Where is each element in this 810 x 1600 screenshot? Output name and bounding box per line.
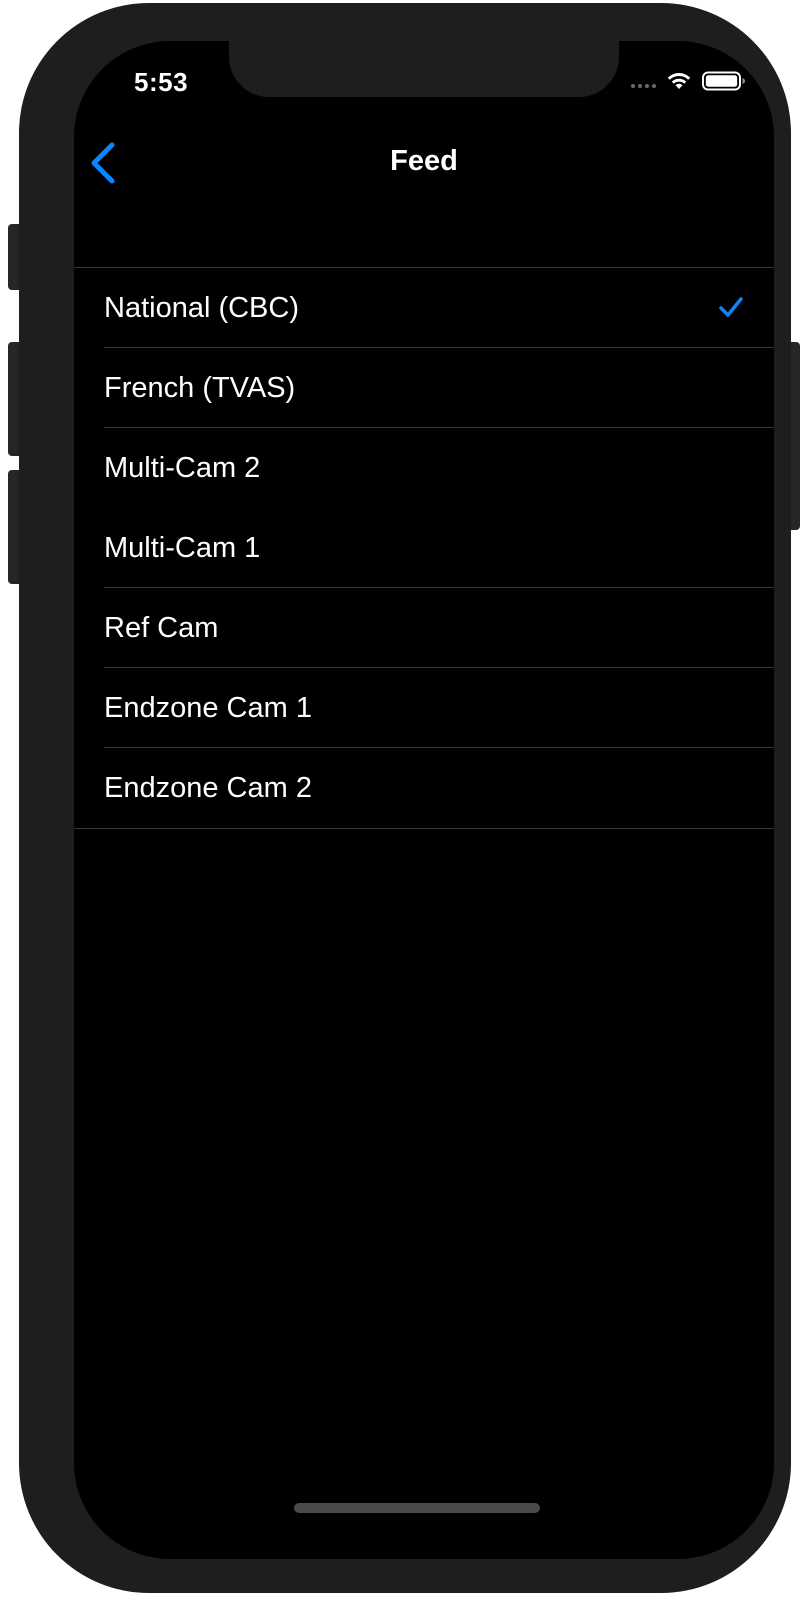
screen: 5:53 Feed National (CBC) French (TVAS) M… bbox=[74, 41, 774, 1559]
cellular-dots-icon bbox=[631, 74, 656, 88]
feed-option-label: Multi-Cam 2 bbox=[104, 452, 261, 484]
feed-option-label: Ref Cam bbox=[104, 612, 219, 644]
feed-option-row[interactable]: Endzone Cam 1 bbox=[74, 668, 774, 748]
feed-option-row[interactable]: French (TVAS) bbox=[74, 348, 774, 428]
checkmark-icon bbox=[719, 297, 743, 317]
device-stage: 5:53 Feed National (CBC) French (TVAS) M… bbox=[0, 0, 810, 1600]
feed-option-label: Endzone Cam 1 bbox=[104, 692, 312, 724]
phone-frame: 5:53 Feed National (CBC) French (TVAS) M… bbox=[19, 3, 791, 1593]
battery-icon bbox=[702, 71, 745, 91]
feed-option-row[interactable]: Endzone Cam 2 bbox=[74, 748, 774, 828]
feed-option-row[interactable]: Ref Cam bbox=[74, 588, 774, 668]
status-icons bbox=[631, 71, 746, 91]
home-indicator[interactable] bbox=[294, 1503, 540, 1513]
feed-option-row[interactable]: Multi-Cam 2 bbox=[74, 428, 774, 508]
feed-list: National (CBC) French (TVAS) Multi-Cam 2 Mu… bbox=[74, 267, 774, 829]
feed-option-label: Endzone Cam 2 bbox=[104, 772, 312, 804]
feed-option-label: National (CBC) bbox=[104, 292, 299, 324]
feed-option-row[interactable]: National (CBC) bbox=[74, 268, 774, 348]
status-time: 5:53 bbox=[134, 67, 189, 97]
notch bbox=[229, 41, 619, 97]
feed-option-label: Multi-Cam 1 bbox=[104, 532, 261, 564]
page-title: Feed bbox=[390, 145, 458, 177]
feed-option-row[interactable]: Multi-Cam 1 bbox=[74, 508, 774, 588]
feed-option-label: French (TVAS) bbox=[104, 372, 296, 404]
wifi-icon bbox=[667, 73, 691, 89]
